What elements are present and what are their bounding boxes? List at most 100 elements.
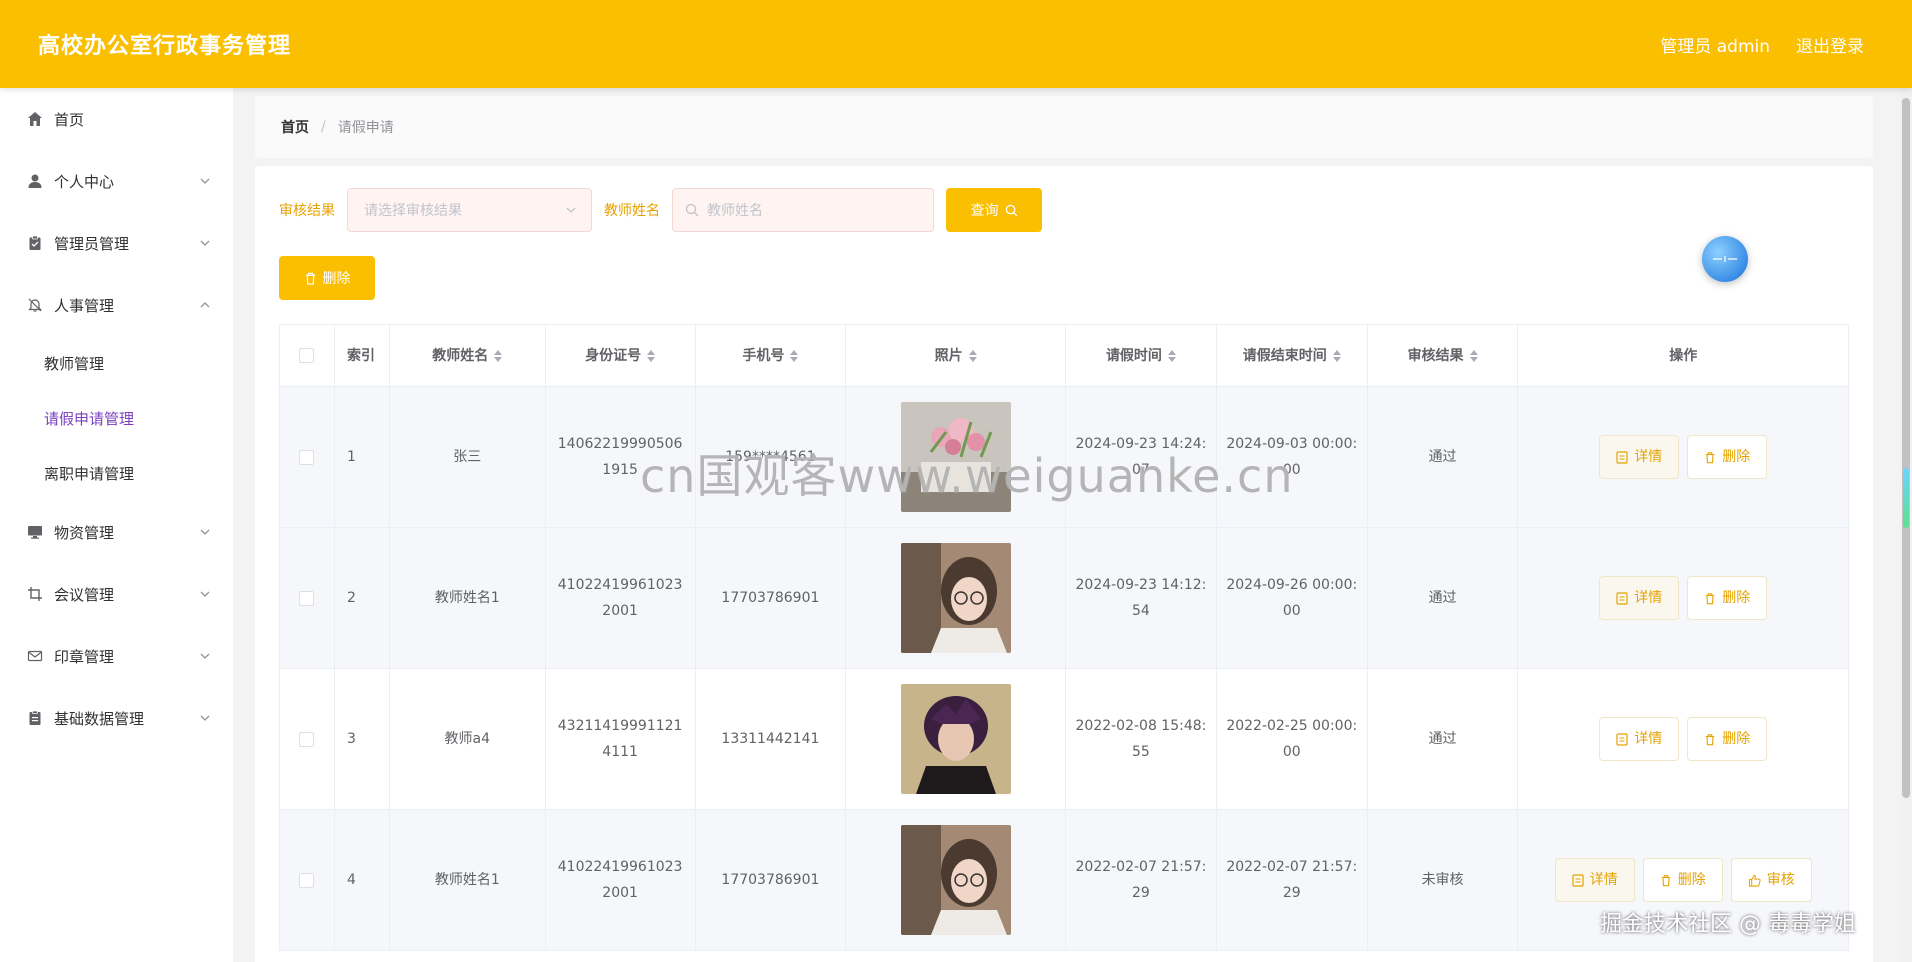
header-id[interactable]: 身份证号 bbox=[546, 325, 696, 386]
table-row: 3 教师a4 432114199911214111 13311442141 20… bbox=[280, 669, 1848, 810]
cell-end: 2022-02-25 00:00:00 bbox=[1217, 669, 1368, 809]
header-start-label: 请假时间 bbox=[1105, 347, 1162, 364]
delete-button[interactable]: 删除 bbox=[1687, 435, 1768, 479]
detail-label: 详情 bbox=[1634, 731, 1663, 747]
thumbs-up-icon bbox=[1748, 874, 1761, 887]
sort-icon[interactable] bbox=[968, 349, 977, 362]
row-checkbox[interactable] bbox=[299, 449, 315, 465]
cell-end: 2024-09-26 00:00:00 bbox=[1217, 528, 1368, 668]
cell-id: 410224199610232001 bbox=[546, 810, 696, 950]
crosshair-icon bbox=[1713, 256, 1737, 262]
cell-index: 2 bbox=[335, 528, 390, 668]
batch-delete-button[interactable]: 删除 bbox=[279, 256, 375, 300]
breadcrumb-home[interactable]: 首页 bbox=[281, 117, 309, 137]
sidebar-item-basedata[interactable]: 基础数据管理 bbox=[0, 687, 233, 749]
cell-result: 通过 bbox=[1368, 528, 1519, 668]
delete-button[interactable]: 删除 bbox=[1642, 858, 1723, 902]
logout-link[interactable]: 退出登录 bbox=[1796, 32, 1864, 57]
delete-button[interactable]: 删除 bbox=[1687, 576, 1768, 620]
header-photo[interactable]: 照片 bbox=[846, 325, 1067, 386]
teacher-photo[interactable] bbox=[900, 825, 1011, 935]
detail-label: 详情 bbox=[1634, 449, 1663, 465]
row-checkbox[interactable] bbox=[299, 731, 315, 747]
cell-end: 2022-02-07 21:57:29 bbox=[1217, 810, 1368, 950]
cell-result: 通过 bbox=[1368, 669, 1519, 809]
main-content: 首页 / 请假申请 审核结果 请选择审核结果 教师姓名 教师姓名 查询 删除 索… bbox=[255, 96, 1873, 962]
teacher-photo[interactable] bbox=[900, 543, 1011, 653]
table-row: 2 教师姓名1 410224199610232001 17703786901 2… bbox=[280, 528, 1848, 669]
header-name[interactable]: 教师姓名 bbox=[390, 325, 546, 386]
query-button[interactable]: 查询 bbox=[946, 188, 1042, 232]
monitor-icon bbox=[26, 523, 44, 541]
sort-icon[interactable] bbox=[647, 349, 656, 362]
result-filter-label: 审核结果 bbox=[279, 203, 335, 219]
page-scrollbar[interactable] bbox=[1900, 88, 1912, 962]
sidebar-item-home[interactable]: 首页 bbox=[0, 88, 233, 150]
review-button[interactable]: 审核 bbox=[1730, 858, 1812, 902]
row-checkbox[interactable] bbox=[299, 872, 315, 888]
sidebar-item-resign-mgmt[interactable]: 离职申请管理 bbox=[0, 446, 233, 501]
cell-phone: 13311442141 bbox=[696, 669, 847, 809]
sidebar-item-profile[interactable]: 个人中心 bbox=[0, 150, 233, 212]
sort-icon[interactable] bbox=[790, 349, 799, 362]
floating-assistant-button[interactable] bbox=[1702, 236, 1748, 282]
search-icon bbox=[685, 203, 699, 217]
sidebar-item-seal[interactable]: 印章管理 bbox=[0, 625, 233, 687]
bell-off-icon bbox=[26, 296, 44, 314]
sidebar-item-teacher-mgmt[interactable]: 教师管理 bbox=[0, 336, 233, 391]
document-icon bbox=[1572, 873, 1584, 887]
detail-button[interactable]: 详情 bbox=[1554, 858, 1635, 902]
teacher-photo[interactable] bbox=[900, 684, 1011, 794]
header-end[interactable]: 请假结束时间 bbox=[1217, 325, 1368, 386]
sort-icon[interactable] bbox=[1167, 349, 1176, 362]
cell-name: 教师姓名1 bbox=[390, 810, 546, 950]
sidebar-item-materials[interactable]: 物资管理 bbox=[0, 501, 233, 563]
cell-phone: 17703786901 bbox=[696, 810, 847, 950]
chevron-down-icon bbox=[200, 715, 210, 721]
select-all-checkbox[interactable] bbox=[299, 348, 315, 363]
result-select-placeholder: 请选择审核结果 bbox=[364, 203, 462, 219]
sidebar-item-label: 人事管理 bbox=[54, 296, 115, 315]
header-result-label: 审核结果 bbox=[1407, 347, 1464, 364]
header-result[interactable]: 审核结果 bbox=[1368, 325, 1519, 386]
cell-end: 2024-09-03 00:00:00 bbox=[1217, 387, 1368, 527]
header-index: 索引 bbox=[335, 325, 390, 386]
name-filter-label: 教师姓名 bbox=[604, 203, 660, 219]
teacher-photo[interactable] bbox=[900, 402, 1011, 512]
cell-start: 2024-09-23 14:24:07 bbox=[1066, 387, 1217, 527]
scrollbar-thumb[interactable] bbox=[1902, 98, 1910, 798]
detail-button[interactable]: 详情 bbox=[1599, 717, 1680, 761]
breadcrumb-current: 请假申请 bbox=[337, 120, 394, 136]
sidebar-item-label: 印章管理 bbox=[54, 647, 115, 666]
detail-button[interactable]: 详情 bbox=[1599, 435, 1680, 479]
cell-name: 教师姓名1 bbox=[390, 528, 546, 668]
chevron-up-icon bbox=[200, 302, 210, 308]
sidebar-item-admin[interactable]: 管理员管理 bbox=[0, 212, 233, 274]
row-checkbox[interactable] bbox=[299, 590, 315, 606]
teacher-name-input[interactable]: 教师姓名 bbox=[672, 188, 934, 232]
delete-label: 删除 bbox=[1722, 449, 1751, 465]
result-select[interactable]: 请选择审核结果 bbox=[347, 188, 592, 232]
sidebar-item-hr[interactable]: 人事管理 bbox=[0, 274, 233, 336]
document-icon bbox=[1616, 591, 1628, 605]
header-phone[interactable]: 手机号 bbox=[696, 325, 847, 386]
cell-id: 140622199905061915 bbox=[546, 387, 696, 527]
sort-icon[interactable] bbox=[1332, 349, 1341, 362]
batch-delete-label: 删除 bbox=[322, 271, 351, 287]
sort-icon[interactable] bbox=[1469, 349, 1478, 362]
document-icon bbox=[1616, 450, 1628, 464]
header-start[interactable]: 请假时间 bbox=[1066, 325, 1217, 386]
cell-start: 2024-09-23 14:12:54 bbox=[1066, 528, 1217, 668]
detail-button[interactable]: 详情 bbox=[1599, 576, 1680, 620]
delete-button[interactable]: 删除 bbox=[1687, 717, 1768, 761]
chevron-down-icon bbox=[200, 653, 210, 659]
header-phone-label: 手机号 bbox=[742, 347, 785, 364]
sort-icon[interactable] bbox=[494, 349, 503, 362]
document-icon bbox=[1616, 732, 1628, 746]
breadcrumb-separator: / bbox=[321, 119, 326, 135]
sidebar-item-meeting[interactable]: 会议管理 bbox=[0, 563, 233, 625]
table-header-row: 索引 教师姓名 身份证号 手机号 照片 请假时间 请假结束时间 审核结果 操作 bbox=[280, 325, 1848, 387]
admin-user-label[interactable]: 管理员 admin bbox=[1660, 32, 1770, 57]
cell-id: 410224199610232001 bbox=[546, 528, 696, 668]
sidebar-item-leave-mgmt[interactable]: 请假申请管理 bbox=[0, 391, 233, 446]
